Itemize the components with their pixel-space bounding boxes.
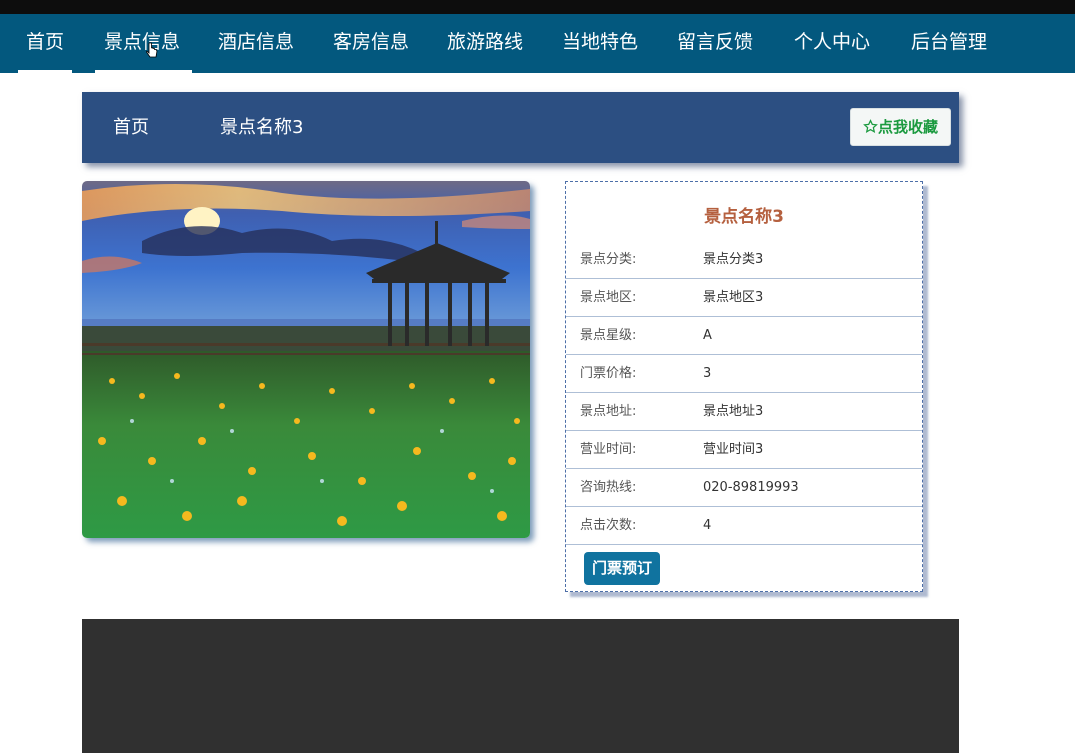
nav-item-attractions[interactable]: 景点信息 xyxy=(104,14,180,73)
nav-item-home[interactable]: 首页 xyxy=(17,14,73,73)
info-row-label: 景点地址: xyxy=(580,404,637,419)
book-ticket-button[interactable]: 门票预订 xyxy=(584,552,660,585)
info-row-value: 景点分类3 xyxy=(703,252,764,267)
info-row-value: 3 xyxy=(703,366,712,381)
info-row-label: 咨询热线: xyxy=(580,480,637,495)
nav-active-underline xyxy=(95,70,192,73)
attraction-photo-image xyxy=(82,181,530,538)
info-row: 营业时间: 营业时间3 xyxy=(566,431,922,469)
info-row-label: 营业时间: xyxy=(580,442,637,457)
main-navbar: 首页 景点信息 酒店信息 客房信息 旅游路线 当地特色 留言反馈 个人中心 后台… xyxy=(0,14,1075,73)
info-row-label: 点击次数: xyxy=(580,518,637,533)
info-row: 景点分类: 景点分类3 xyxy=(566,241,922,279)
star-outline-icon xyxy=(863,119,878,133)
info-row-value: 景点地区3 xyxy=(703,290,764,305)
info-row-label: 景点分类: xyxy=(580,252,637,267)
nav-item-admin[interactable]: 后台管理 xyxy=(911,14,987,73)
nav-item-profile[interactable]: 个人中心 xyxy=(794,14,870,73)
info-row-value: 景点地址3 xyxy=(703,404,764,419)
info-row-value: 020-89819993 xyxy=(703,480,799,495)
breadcrumb: 首页 / 景点名称3 点我收藏 xyxy=(82,92,959,163)
info-row-label: 景点星级: xyxy=(580,328,637,343)
info-row-value: 营业时间3 xyxy=(703,442,764,457)
attraction-info-card: 景点名称3 景点分类: 景点分类3 景点地区: 景点地区3 景点星级: A 门票… xyxy=(565,181,923,592)
breadcrumb-home-link[interactable]: 首页 xyxy=(113,92,149,163)
favorite-button-label: 点我收藏 xyxy=(877,118,938,136)
attraction-photo xyxy=(82,181,530,538)
info-row-label: 门票价格: xyxy=(580,366,637,381)
favorite-button[interactable]: 点我收藏 xyxy=(850,108,951,146)
nav-item-hotels[interactable]: 酒店信息 xyxy=(218,14,294,73)
info-row: 景点星级: A xyxy=(566,317,922,355)
page-footer xyxy=(82,619,959,753)
nav-item-local-specialties[interactable]: 当地特色 xyxy=(562,14,638,73)
nav-item-rooms[interactable]: 客房信息 xyxy=(333,14,409,73)
info-row: 景点地区: 景点地区3 xyxy=(566,279,922,317)
info-row: 咨询热线: 020-89819993 xyxy=(566,469,922,507)
window-top-strip xyxy=(0,0,1075,14)
nav-item-routes[interactable]: 旅游路线 xyxy=(447,14,523,73)
mouse-cursor-icon xyxy=(146,42,158,58)
info-row-value: A xyxy=(703,328,712,343)
info-row: 门票价格: 3 xyxy=(566,355,922,393)
info-row-value: 4 xyxy=(703,518,712,533)
attraction-title: 景点名称3 xyxy=(704,207,784,227)
nav-item-feedback[interactable]: 留言反馈 xyxy=(677,14,753,73)
breadcrumb-current: 景点名称3 xyxy=(220,117,304,138)
info-row-label: 景点地区: xyxy=(580,290,637,305)
info-row: 点击次数: 4 xyxy=(566,507,922,545)
info-row: 景点地址: 景点地址3 xyxy=(566,393,922,431)
